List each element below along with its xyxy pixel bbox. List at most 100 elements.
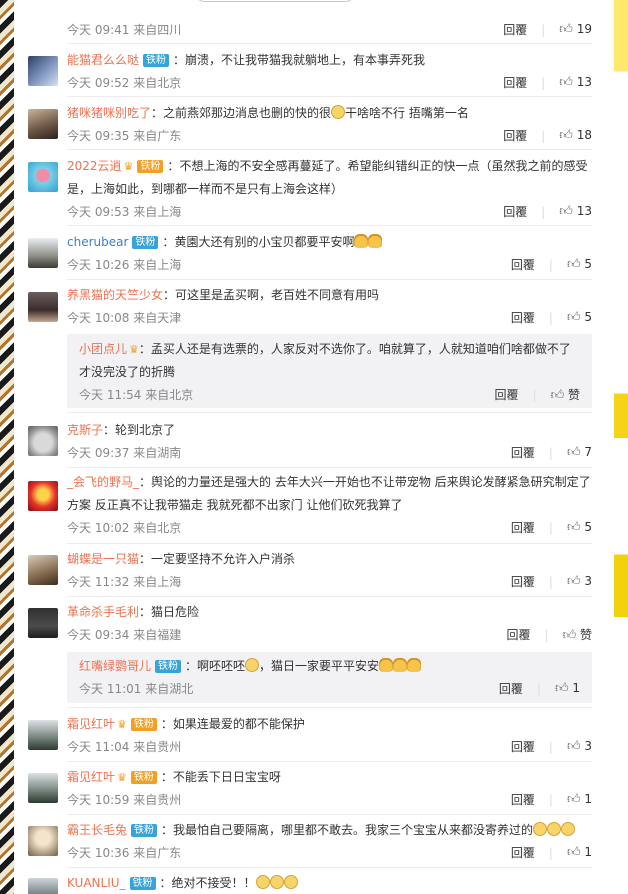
comment-meta: 今天 09:35 来自广东 [67, 129, 182, 143]
like-count: 18 [576, 128, 592, 142]
user-name[interactable]: 2022云逍 [67, 159, 122, 173]
user-name[interactable]: 红嘴绿鹦哥儿 [79, 659, 151, 673]
like-button[interactable]: 👍︎ 5 [567, 310, 592, 325]
reply-button[interactable]: 回覆 [511, 791, 535, 808]
like-button[interactable]: 👍︎ 1 [567, 845, 592, 860]
comment-meta: 今天 09:41 来自四川 [67, 23, 182, 37]
like-button[interactable]: 👍︎ 1 [555, 681, 580, 696]
user-name[interactable]: 霜见红叶 [67, 717, 115, 731]
like-count: 1 [572, 681, 580, 695]
comment-meta: 今天 09:37 来自湖南 [67, 446, 182, 460]
avatar[interactable] [28, 826, 58, 856]
like-count: 5 [584, 257, 592, 271]
fan-badge: 铁粉 [130, 771, 157, 784]
comment-text: 孟买人还是有选票的，人家反对不选你了。咱就算了，人就知道咱们啥都做不了才没完没了… [79, 342, 571, 379]
user-name[interactable]: 克斯子 [67, 423, 103, 437]
thumb-up-icon: 👍︎ [559, 128, 573, 143]
comment-meta: 今天 10:26 来自上海 [67, 258, 182, 272]
user-name[interactable]: 霸王长毛兔 [67, 823, 127, 837]
reply-button[interactable]: 回覆 [511, 573, 535, 590]
like-button[interactable]: 👍︎ 5 [567, 520, 592, 535]
avatar[interactable] [28, 109, 58, 139]
background-left-pattern [0, 0, 14, 894]
reply-button[interactable]: 回覆 [511, 444, 535, 461]
crown-icon: ♛ [117, 718, 127, 731]
thumb-up-icon: 👍︎ [554, 681, 569, 696]
pray-emoji-icon [354, 234, 369, 248]
comment-panel: ⌕ ▢▢ 今天 09:41 来自四川 回覆| 👍︎ 19 能猫君么么哒铁粉：崩溃… [14, 0, 614, 894]
comment-meta: 今天 10:08 来自天津 [67, 311, 182, 325]
user-name[interactable]: cherubear [67, 235, 128, 249]
like-button[interactable]: 👍︎ 7 [567, 445, 592, 460]
comment-text: 一定要坚持不允许入户消杀 [151, 552, 296, 566]
crying-emoji-icon [561, 822, 576, 836]
avatar[interactable] [28, 56, 58, 86]
crying-emoji-icon [533, 822, 548, 836]
user-name[interactable]: 革命杀手毛利 [67, 605, 139, 619]
fan-badge: 铁粉 [130, 718, 157, 731]
dog-emoji-icon [245, 658, 260, 672]
like-button[interactable]: 👍︎ 赞 [551, 386, 580, 403]
thumb-up-icon: 👍︎ [559, 204, 573, 219]
reply-button[interactable]: 回覆 [507, 626, 531, 643]
like-count: 7 [584, 445, 592, 459]
user-name[interactable]: 霜见红叶 [67, 770, 115, 784]
avatar[interactable] [28, 773, 58, 803]
like-count: 19 [576, 22, 592, 36]
avatar[interactable] [28, 292, 58, 322]
avatar[interactable] [28, 878, 58, 894]
user-name[interactable]: 养黑猫的天竺少女 [67, 288, 163, 302]
comment-meta: 今天 11:04 来自贵州 [67, 740, 182, 754]
avatar[interactable] [28, 238, 58, 268]
user-name[interactable]: _会飞的野马_ [67, 475, 139, 489]
like-button[interactable]: 👍︎ 1 [567, 792, 592, 807]
crying-emoji-icon [255, 875, 270, 889]
like-button[interactable]: 👍︎ 3 [567, 739, 592, 754]
avatar[interactable] [28, 426, 58, 456]
user-name[interactable]: 小团点儿 [79, 342, 127, 356]
avatar[interactable] [28, 608, 58, 638]
like-button[interactable]: 👍︎ 5 [567, 257, 592, 272]
comment-text: 如果连最爱的都不能保护 [172, 717, 305, 731]
like-count: 3 [584, 739, 592, 753]
thumb-up-icon: 👍︎ [566, 310, 581, 325]
user-name[interactable]: 能猫君么么哒 [67, 53, 139, 67]
reply-button[interactable]: 回覆 [503, 21, 527, 38]
reply-button[interactable]: 回覆 [511, 519, 535, 536]
reply-button[interactable]: 回覆 [499, 680, 523, 697]
like-button[interactable]: 👍︎ 3 [567, 574, 592, 589]
crying-emoji-icon [269, 875, 284, 889]
avatar[interactable] [28, 720, 58, 750]
comment-meta: 今天 09:34 来自福建 [67, 628, 182, 642]
thumb-up-icon: 👍︎ [566, 845, 581, 860]
like-count: 13 [576, 204, 592, 218]
like-button[interactable]: 👍︎ 18 [559, 128, 592, 143]
search-input[interactable]: ⌕ [194, 0, 356, 2]
like-button[interactable]: 👍︎ 13 [559, 204, 592, 219]
reply-button[interactable]: 回覆 [503, 127, 527, 144]
comment-text: 我最怕自己要隔离，哪里都不敢去。我家三个宝宝从来都没寄养过的 [173, 823, 534, 837]
fan-badge: 铁粉 [131, 824, 158, 837]
avatar[interactable] [28, 162, 58, 192]
reply-button[interactable]: 回覆 [503, 203, 527, 220]
thumb-up-icon: 👍︎ [566, 520, 581, 535]
like-label: 赞 [579, 628, 592, 642]
like-button[interactable]: 👍︎ 赞 [563, 626, 592, 643]
user-name[interactable]: 猪咪猪咪别吃了 [67, 106, 151, 120]
reply-button[interactable]: 回覆 [511, 844, 535, 861]
comment-meta: 今天 11:54 来自北京 [79, 388, 194, 402]
reply-button[interactable]: 回覆 [511, 256, 535, 273]
reply-button[interactable]: 回覆 [503, 74, 527, 91]
thumb-up-icon: 👍︎ [566, 792, 581, 807]
user-name[interactable]: KUANLIU_ [67, 876, 126, 890]
comment-meta: 今天 10:59 来自贵州 [67, 793, 182, 807]
user-name[interactable]: 蝴蝶是一只猫 [67, 552, 139, 566]
reply-button[interactable]: 回覆 [511, 738, 535, 755]
avatar[interactable] [28, 481, 58, 511]
reply-button[interactable]: 回覆 [511, 309, 535, 326]
reply-button[interactable]: 回覆 [495, 386, 519, 403]
like-button[interactable]: 👍︎ 13 [559, 75, 592, 90]
like-button[interactable]: 👍︎ 19 [559, 22, 592, 37]
avatar[interactable] [28, 555, 58, 585]
comment-text: 崩溃，不让我带猫我就躺地上，有本事弄死我 [185, 53, 426, 67]
